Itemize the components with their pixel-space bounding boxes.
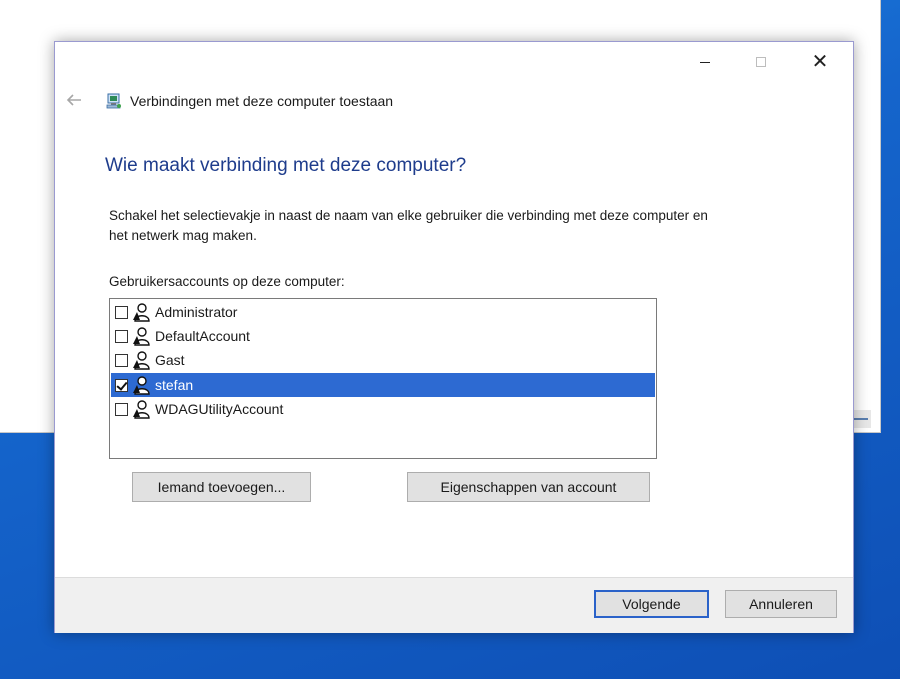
close-icon: ✕ [811, 51, 829, 73]
stefan-checkbox[interactable] [115, 378, 128, 392]
minimize-button[interactable] [682, 50, 728, 74]
account-name: WDAGUtilityAccount [155, 401, 284, 417]
account-name: Administrator [155, 304, 238, 320]
close-button[interactable]: ✕ [797, 50, 843, 74]
user-accounts-list[interactable]: Administrator DefaultAccount Gast stefan… [109, 298, 657, 459]
list-item-wdagutilityaccount[interactable]: WDAGUtilityAccount [111, 397, 655, 421]
list-item-administrator[interactable]: Administrator [111, 300, 655, 324]
list-item-stefan[interactable]: stefan [111, 373, 655, 397]
maximize-icon [756, 57, 766, 67]
account-properties-button[interactable]: Eigenschappen van account [407, 472, 650, 502]
instruction-text: Schakel het selectievakje in naast de na… [109, 208, 708, 243]
user-account-icon [133, 327, 150, 346]
minimize-icon [700, 61, 710, 63]
user-account-icon [133, 376, 150, 395]
account-name: Gast [155, 352, 185, 368]
cancel-button[interactable]: Annuleren [725, 590, 837, 618]
network-computer-icon [105, 92, 123, 110]
wdagutilityaccount-checkbox[interactable] [115, 402, 128, 416]
next-button[interactable]: Volgende [594, 590, 709, 618]
user-account-icon [133, 303, 150, 322]
administrator-checkbox[interactable] [115, 305, 128, 319]
gast-checkbox[interactable] [115, 353, 128, 367]
account-name: stefan [155, 377, 194, 393]
back-arrow-icon[interactable] [65, 91, 85, 111]
maximize-button [738, 50, 784, 74]
list-item-defaultaccount[interactable]: DefaultAccount [111, 324, 655, 348]
defaultaccount-checkbox[interactable] [115, 329, 128, 343]
page-heading: Wie maakt verbinding met deze computer? [105, 155, 467, 176]
user-account-icon [133, 400, 150, 419]
dialog-footer: Volgende Annuleren [55, 577, 853, 633]
dialog-title: Verbindingen met deze computer toestaan [130, 93, 394, 109]
accounts-list-label: Gebruikersaccounts op deze computer: [109, 274, 345, 289]
allow-connections-dialog: ✕ Verbindingen met deze computer toestaa… [54, 41, 854, 633]
user-account-icon [133, 351, 150, 370]
background-window-scroll-icon [851, 410, 871, 428]
list-item-gast[interactable]: Gast [111, 348, 655, 372]
account-name: DefaultAccount [155, 328, 250, 344]
add-someone-button[interactable]: Iemand toevoegen... [132, 472, 311, 502]
